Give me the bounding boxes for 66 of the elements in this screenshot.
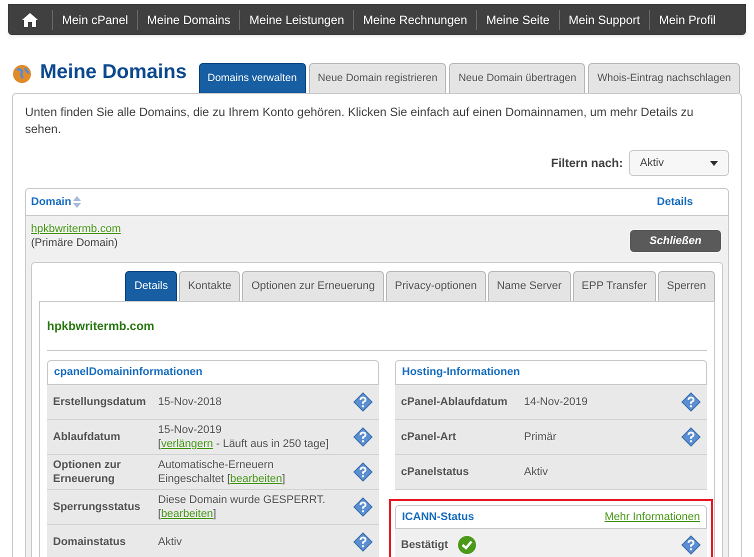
tab[interactable]: Domains verwalten — [198, 63, 306, 93]
field-label: cPanelstatus — [401, 465, 470, 479]
value-text: 14-Nov-2019 — [524, 396, 588, 408]
help-icon[interactable] — [353, 427, 373, 447]
help-icon[interactable] — [353, 462, 373, 482]
close-button[interactable]: Schließen — [630, 230, 721, 252]
filter-dropdown[interactable]: Aktiv — [629, 150, 729, 176]
box-header: Hosting-Informationen — [395, 360, 707, 385]
value-text: 15-Nov-2019 — [158, 424, 222, 436]
field-label: Erstellungsdatum — [53, 395, 147, 409]
field-label: cPanel-Ablaufdatum — [401, 395, 508, 409]
help-icon[interactable] — [681, 392, 701, 412]
value-text: [ — [158, 438, 162, 450]
domain-note: (Primäre Domain) — [31, 236, 119, 250]
field-label: Optionen zur Erneuerung — [53, 458, 122, 486]
value-text: Diese Domain wurde GESPERRT. — [158, 494, 326, 506]
intro-text: Unten finden Sie alle Domains, die zu Ihrem Konto gehören. Klicken Sie einfach auf einen Domainnamen, um mehr Details zu sehen. — [25, 104, 694, 138]
help-icon[interactable] — [353, 497, 373, 517]
nav-link[interactable]: Mein Profil — [648, 10, 725, 30]
caret-icon — [710, 160, 718, 166]
tab[interactable]: Sperren — [658, 271, 715, 301]
column-header: Details — [656, 194, 693, 210]
value-text: 15-Nov-2018 — [158, 396, 222, 408]
field-label: cPanel-Art — [401, 430, 458, 444]
help-icon[interactable] — [353, 392, 373, 412]
column-header[interactable]: Domain — [31, 194, 72, 210]
nav-link[interactable]: Meine Seite — [476, 10, 559, 30]
status-label: Bestätigt — [401, 538, 448, 553]
value-text: Eingeschaltet [ — [158, 473, 230, 485]
help-icon[interactable] — [681, 535, 701, 555]
nav-link[interactable]: Meine Leistungen — [239, 10, 354, 30]
tab[interactable]: Neue Domain registrieren — [308, 63, 446, 93]
tab[interactable]: Optionen zur Erneuerung — [242, 271, 384, 301]
value-text: Aktiv — [158, 536, 182, 548]
page-title: Meine Domains — [40, 60, 188, 85]
tab[interactable]: EPP Transfer — [572, 271, 656, 301]
nav-link[interactable]: Mein cPanel — [52, 10, 138, 30]
tab[interactable]: Privacy-optionen — [386, 271, 486, 301]
nav-link[interactable]: Meine Rechnungen — [353, 10, 476, 30]
field-label: Sperrungsstatus — [53, 500, 142, 514]
more-info-link[interactable]: Mehr Informationen — [604, 508, 700, 526]
value-text: ] — [282, 473, 286, 485]
tab[interactable]: Whois-Eintrag nachschlagen — [588, 63, 740, 93]
tab[interactable]: Kontakte — [178, 271, 240, 301]
tab[interactable]: Details — [125, 271, 177, 301]
value-text: Primär — [524, 431, 556, 443]
globe-icon — [12, 64, 32, 84]
help-icon[interactable] — [353, 532, 373, 552]
help-icon[interactable] — [681, 427, 701, 447]
nav-link[interactable]: Mein Support — [558, 10, 649, 30]
value-text: Automatische-Erneuern — [158, 459, 274, 471]
box-header: ICANN-Status — [402, 510, 474, 525]
home-icon[interactable] — [21, 12, 39, 28]
tab[interactable]: Neue Domain übertragen — [449, 63, 586, 93]
field-label: Domainstatus — [53, 535, 127, 549]
value-text: ] — [213, 508, 216, 520]
domain-link[interactable]: hpkbwritermb.com — [31, 222, 121, 236]
domain-heading: hpkbwritermb.com — [47, 302, 707, 351]
field-label: Ablaufdatum — [53, 430, 122, 444]
filter-label: Filtern nach: — [550, 155, 623, 172]
value-text: Aktiv — [524, 466, 548, 478]
value-text: - Läuft aus in 250 tage] — [215, 438, 329, 450]
value-text: [ — [158, 508, 162, 520]
tab[interactable]: Name Server — [488, 271, 571, 301]
box-header: cpanelDomaininformationen — [47, 360, 379, 385]
nav-link[interactable]: Meine Domains — [137, 10, 240, 30]
